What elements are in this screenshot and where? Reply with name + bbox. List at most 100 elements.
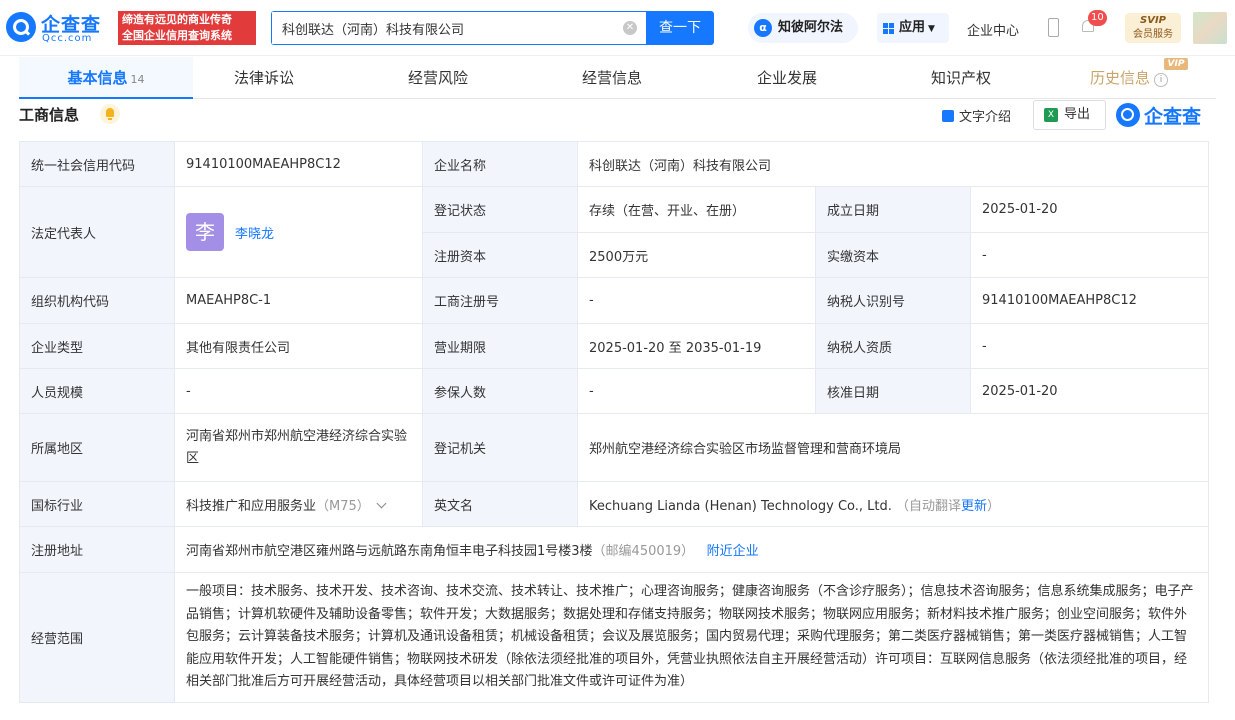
alpha-icon: α bbox=[754, 19, 772, 37]
cell-label: 所属地区 bbox=[19, 413, 175, 482]
cell-label: 注册资本 bbox=[422, 232, 578, 278]
company-name: 科创联达（河南）科技有限公司 bbox=[576, 141, 1210, 187]
brand-text: 企查查 bbox=[1144, 106, 1202, 128]
enterprise-center-link[interactable]: 企业中心 bbox=[967, 20, 1019, 39]
export-button[interactable]: X 导出 bbox=[1033, 100, 1106, 130]
section-title: 工商信息 bbox=[19, 106, 80, 124]
cell-label: 英文名 bbox=[422, 481, 578, 527]
tab-label: 基本信息 bbox=[67, 69, 128, 87]
brand-logo: 企查查 bbox=[1116, 101, 1211, 129]
info-icon: i bbox=[1154, 73, 1168, 87]
industry-cell[interactable]: 科技推广和应用服务业（M75） bbox=[174, 481, 423, 527]
text-intro-button[interactable]: 文字介绍 bbox=[942, 106, 1011, 125]
address: 河南省郑州市航空港区雍州路与远航路东南角恒丰电子科技园1号楼3楼 bbox=[186, 544, 593, 559]
brand-icon bbox=[1116, 103, 1140, 127]
cell-label: 登记状态 bbox=[422, 186, 578, 233]
cell-label: 登记机关 bbox=[422, 413, 578, 482]
cell-label: 营业期限 bbox=[422, 323, 578, 369]
translate-update-link[interactable]: 更新 bbox=[961, 499, 987, 514]
search-button[interactable]: 查一下 bbox=[646, 11, 714, 45]
apps-menu[interactable]: 应用 ▼ bbox=[877, 13, 949, 43]
reg-authority: 郑州航空港经济综合实验区市场监督管理和营商环境局 bbox=[576, 413, 1210, 482]
tab-operation[interactable]: 经营信息 bbox=[525, 57, 699, 99]
cell-label: 组织机构代码 bbox=[19, 277, 175, 324]
translate-end: ） bbox=[987, 498, 1001, 514]
cell-label: 注册地址 bbox=[19, 526, 175, 573]
slogan-line-1: 缔造有远见的商业传奇 bbox=[122, 13, 232, 26]
svip-button[interactable]: SVIP 会员服务 bbox=[1125, 13, 1181, 43]
industry: 科技推广和应用服务业 bbox=[186, 498, 317, 514]
svip-subtitle: 会员服务 bbox=[1133, 29, 1173, 40]
clear-icon[interactable]: ✕ bbox=[623, 21, 637, 35]
approved-date: 2025-01-20 bbox=[969, 368, 1210, 414]
translate-note: （自动翻译 bbox=[896, 498, 962, 514]
tab-risk[interactable]: 经营风险 bbox=[351, 57, 525, 99]
user-avatar[interactable] bbox=[1193, 12, 1227, 44]
table-row: 统一社会信用代码 91410100MAEAHP8C12 企业名称 科创联达（河南… bbox=[19, 141, 1210, 187]
reg-capital: 2500万元 bbox=[577, 232, 816, 278]
address-cell: 河南省郑州市航空港区雍州路与远航路东南角恒丰电子科技园1号楼3楼（邮编45001… bbox=[173, 526, 1210, 573]
business-info-table: 统一社会信用代码 91410100MAEAHP8C12 企业名称 科创联达（河南… bbox=[19, 141, 1210, 703]
region: 河南省郑州市郑州航空港经济综合实验区 bbox=[174, 413, 423, 482]
cell-label: 纳税人识别号 bbox=[815, 277, 971, 324]
table-row: 注册地址 河南省郑州市航空港区雍州路与远航路东南角恒丰电子科技园1号楼3楼（邮编… bbox=[19, 526, 1210, 573]
founded-date: 2025-01-20 bbox=[969, 186, 1210, 233]
tab-ip[interactable]: 知识产权 bbox=[874, 57, 1048, 99]
tab-basic-info[interactable]: 基本信息 14 bbox=[19, 57, 193, 99]
chevron-down-icon[interactable] bbox=[376, 498, 387, 508]
industry-code: （M75） bbox=[316, 498, 370, 514]
legal-rep-avatar[interactable]: 李 bbox=[186, 213, 224, 251]
top-header: 企查查 Qcc.com 缔造有远见的商业传奇 全国企业信用查询系统 ✕ 查一下 … bbox=[0, 0, 1235, 56]
export-label: 导出 bbox=[1064, 107, 1091, 122]
business-term: 2025-01-20 至 2035-01-19 bbox=[577, 323, 816, 369]
insured-count: - bbox=[577, 368, 816, 414]
bell-tip-icon[interactable] bbox=[100, 104, 120, 124]
reg-no: - bbox=[577, 277, 816, 324]
table-row: 国标行业 科技推广和应用服务业（M75） 英文名 Kechuang Lianda… bbox=[19, 481, 1210, 527]
cell-label: 成立日期 bbox=[815, 186, 971, 233]
table-row: 人员规模 - 参保人数 - 核准日期 2025-01-20 bbox=[19, 368, 1210, 414]
slogan-line-2: 全国企业信用查询系统 bbox=[122, 29, 232, 42]
search-input[interactable] bbox=[272, 12, 612, 44]
cell-label: 经营范围 bbox=[19, 572, 175, 703]
table-row: 所属地区 河南省郑州市郑州航空港经济综合实验区 登记机关 郑州航空港经济综合实验… bbox=[19, 413, 1210, 482]
staff-size: - bbox=[174, 368, 423, 414]
apps-label: 应用 bbox=[899, 20, 926, 35]
cell-label: 工商注册号 bbox=[422, 277, 578, 324]
cell-label: 核准日期 bbox=[815, 368, 971, 414]
slogan-banner: 缔造有远见的商业传奇 全国企业信用查询系统 bbox=[118, 11, 256, 45]
status: 存续（在营、开业、在册） bbox=[577, 186, 816, 233]
nearby-companies-link[interactable]: 附近企业 bbox=[707, 544, 759, 559]
cell-label: 人员规模 bbox=[19, 368, 175, 414]
tab-bar: 基本信息 14 法律诉讼 经营风险 经营信息 企业发展 知识产权 历史信息 i VIP bbox=[19, 57, 1216, 99]
tab-legal[interactable]: 法律诉讼 bbox=[177, 57, 351, 99]
cell-label: 国标行业 bbox=[19, 481, 175, 527]
company-type: 其他有限责任公司 bbox=[174, 323, 423, 369]
tax-id: 91410100MAEAHP8C12 bbox=[969, 277, 1210, 324]
org-code: MAEAHP8C-1 bbox=[174, 277, 423, 324]
credit-code: 91410100MAEAHP8C12 bbox=[174, 141, 423, 187]
english-name: Kechuang Lianda (Henan) Technology Co., … bbox=[589, 498, 892, 514]
legal-rep-cell: 李李晓龙 bbox=[174, 186, 423, 278]
logo-icon bbox=[6, 12, 36, 42]
notification-badge: 10 bbox=[1088, 10, 1107, 26]
excel-icon: X bbox=[1044, 108, 1058, 122]
table-row: 企业类型 其他有限责任公司 营业期限 2025-01-20 至 2035-01-… bbox=[19, 323, 1210, 369]
legal-rep-link[interactable]: 李晓龙 bbox=[235, 223, 274, 242]
table-row: 组织机构代码 MAEAHP8C-1 工商注册号 - 纳税人识别号 9141010… bbox=[19, 277, 1210, 324]
table-row: 法定代表人 李李晓龙 登记状态 存续（在营、开业、在册） 成立日期 2025-0… bbox=[19, 186, 1210, 278]
phone-icon[interactable] bbox=[1048, 18, 1059, 37]
doc-icon bbox=[942, 110, 954, 122]
business-scope: 一般项目：技术服务、技术开发、技术咨询、技术交流、技术转让、技术推广；心理咨询服… bbox=[173, 572, 1210, 703]
qcc-logo[interactable]: 企查查 Qcc.com bbox=[6, 10, 114, 46]
table-row: 经营范围 一般项目：技术服务、技术开发、技术咨询、技术交流、技术转让、技术推广；… bbox=[19, 572, 1210, 703]
grid-icon bbox=[883, 23, 894, 34]
tab-development[interactable]: 企业发展 bbox=[700, 57, 874, 99]
vip-badge: VIP bbox=[1164, 58, 1188, 70]
alpha-label: 知彼阿尔法 bbox=[778, 20, 844, 35]
cell-label: 企业名称 bbox=[422, 141, 578, 187]
cell-label: 实缴资本 bbox=[815, 232, 971, 278]
tab-history[interactable]: 历史信息 i VIP bbox=[1042, 57, 1216, 99]
tab-count: 14 bbox=[130, 73, 145, 86]
alpha-button[interactable]: α 知彼阿尔法 bbox=[748, 13, 858, 43]
